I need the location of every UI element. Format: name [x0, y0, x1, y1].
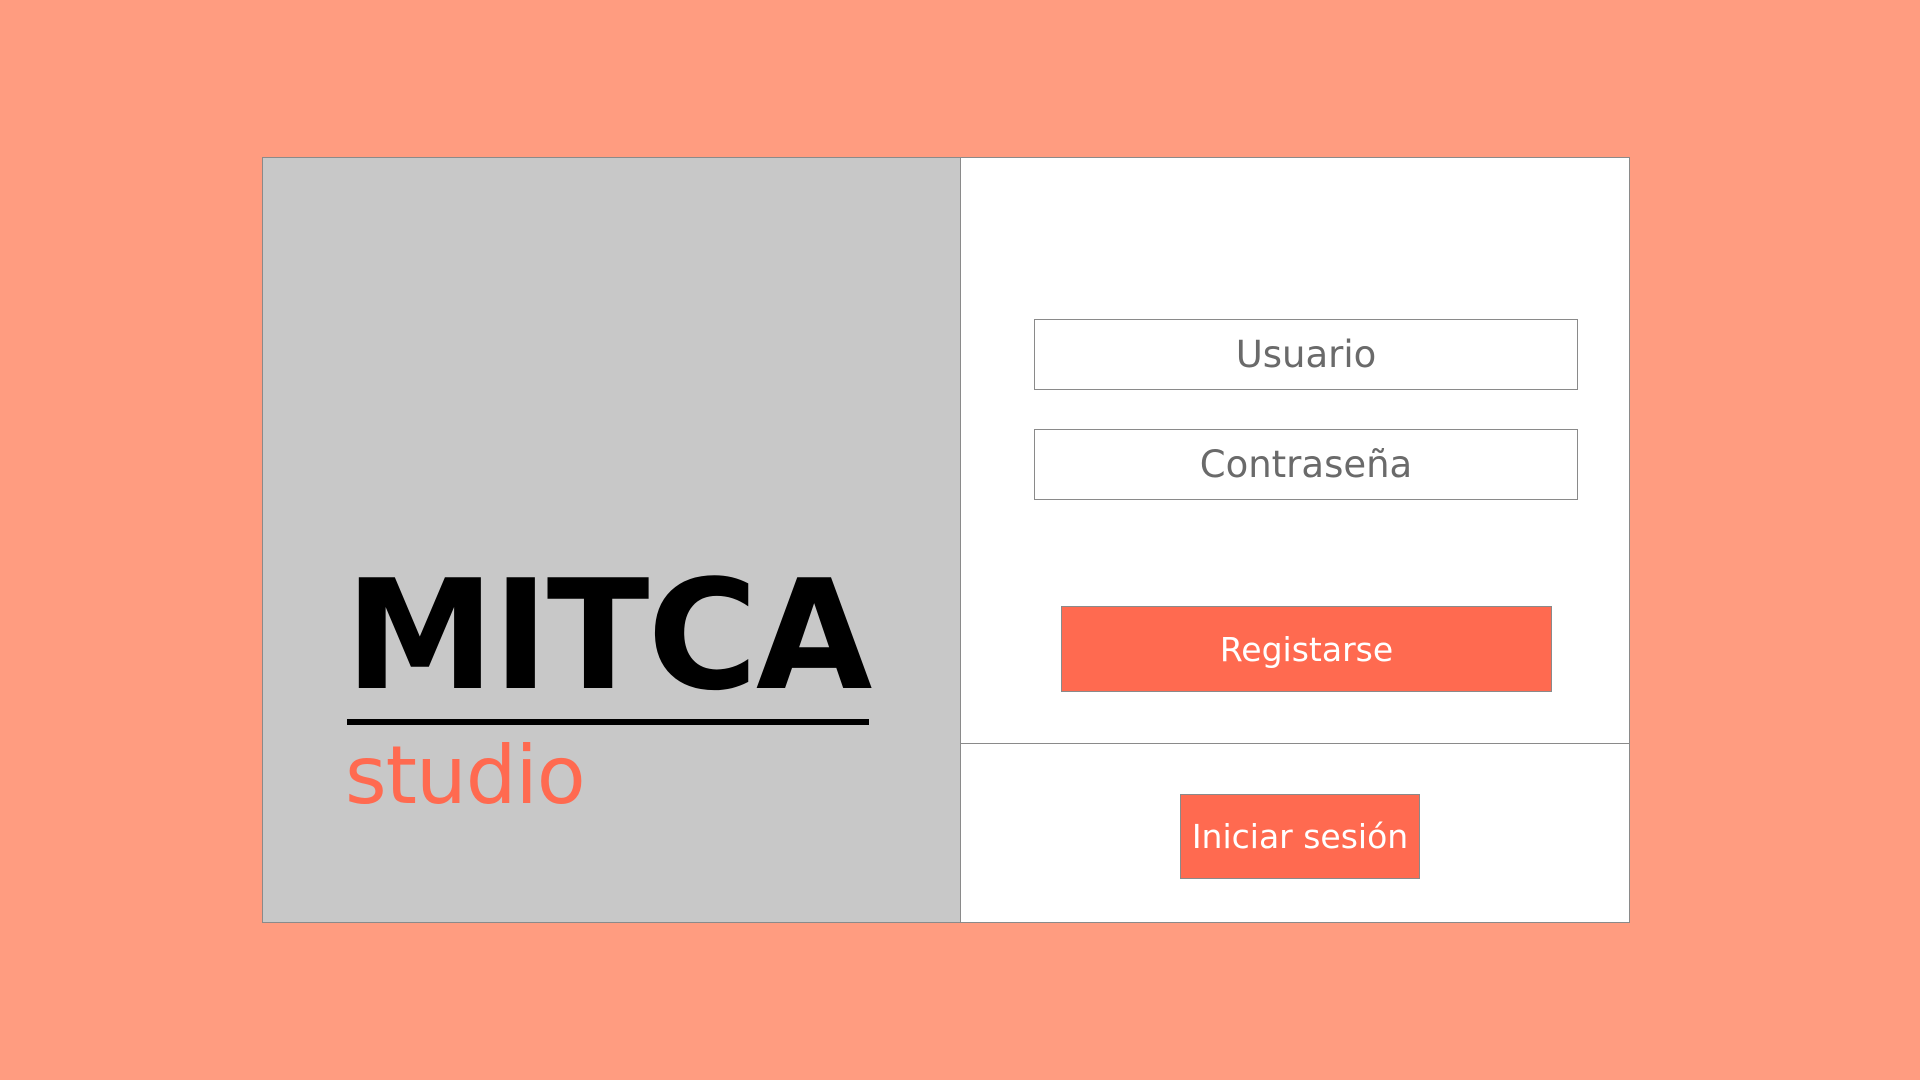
- brand-panel: MITCA studio: [263, 158, 961, 922]
- register-form: Registarse: [961, 158, 1629, 744]
- logo-wordmark: MITCA: [345, 547, 872, 724]
- register-button[interactable]: Registarse: [1061, 606, 1552, 692]
- username-input[interactable]: [1034, 319, 1578, 390]
- logo-underline: [347, 719, 869, 725]
- auth-card: MITCA studio Registarse: [262, 157, 1630, 923]
- password-input[interactable]: [1034, 429, 1578, 500]
- login-button[interactable]: Iniciar sesión: [1180, 794, 1420, 879]
- register-button-label: Registarse: [1219, 629, 1394, 669]
- logo-tagline: studio: [345, 729, 586, 822]
- login-button-label: Iniciar sesión: [1191, 817, 1409, 856]
